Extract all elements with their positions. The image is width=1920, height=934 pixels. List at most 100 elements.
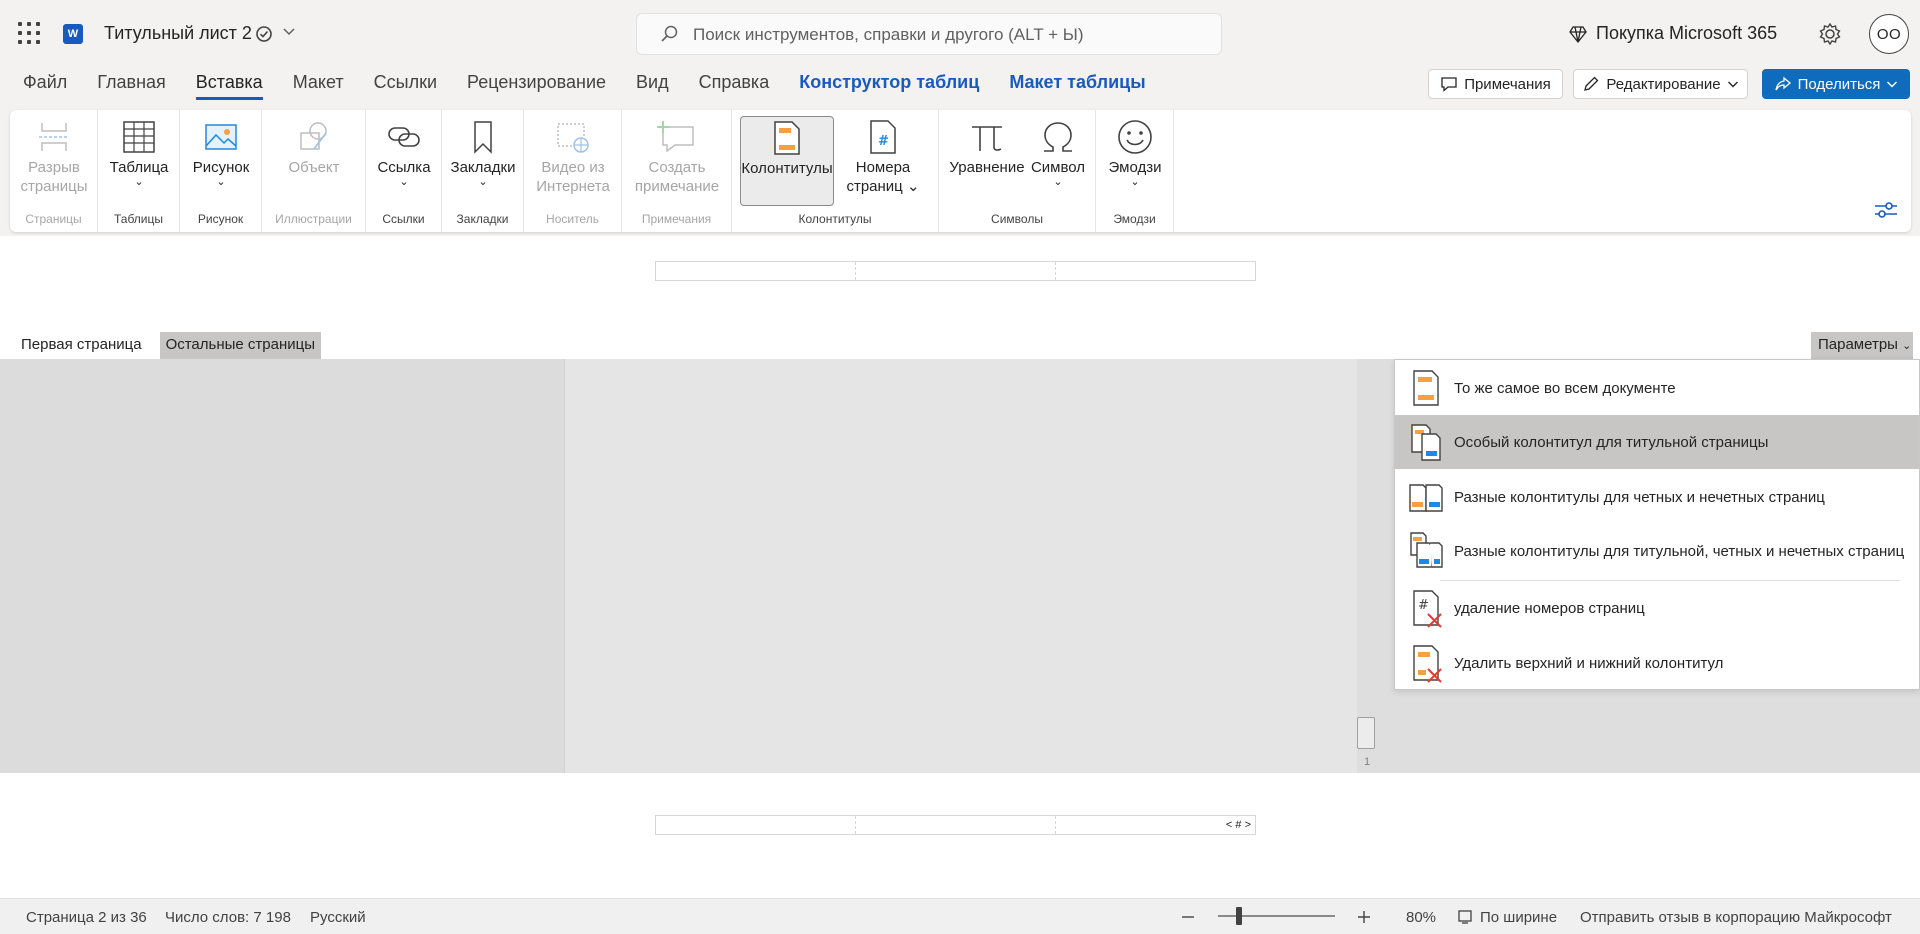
group-tables: Таблица ⌄ Таблицы — [98, 110, 180, 232]
emoji-button[interactable]: Эмодзи ⌄ — [1100, 116, 1170, 202]
first-page-tab[interactable]: Первая страница — [15, 332, 148, 359]
footer-table[interactable]: < # > — [655, 815, 1256, 835]
group-links: Ссылка ⌄ Ссылки — [366, 110, 442, 232]
share-icon — [1774, 76, 1791, 91]
svg-text:#: # — [878, 134, 889, 149]
footer-cell-page-number[interactable]: < # > — [1056, 816, 1255, 834]
tab-insert[interactable]: Вставка — [195, 72, 263, 100]
search-icon — [661, 25, 678, 42]
send-feedback-link[interactable]: Отправить отзыв в корпорацию Майкрософт — [1580, 909, 1892, 926]
page-numbers-button[interactable]: # Номера страниц ⌄ — [838, 116, 928, 202]
menu-item-title-odd-even[interactable]: Разные колонтитулы для титульной, четных… — [1395, 524, 1919, 578]
tab-references[interactable]: Ссылки — [374, 72, 437, 97]
table-icon — [123, 121, 155, 153]
ribbon-display-options-icon[interactable] — [1873, 199, 1899, 221]
tab-table-layout[interactable]: Макет таблицы — [1009, 72, 1145, 97]
editing-mode-button[interactable]: Редактирование — [1573, 69, 1748, 99]
footer-cell[interactable] — [856, 816, 1056, 834]
new-comment-line1: Создать — [648, 159, 706, 176]
menu-item-same-all[interactable]: То же самое во всем документе — [1395, 361, 1919, 415]
zoom-in-icon[interactable] — [1357, 910, 1371, 924]
online-video-button[interactable]: Видео из Интернета — [530, 116, 616, 202]
header-table[interactable] — [655, 261, 1256, 281]
header-options-button[interactable]: Параметры ⌄ — [1811, 332, 1913, 359]
share-label: Поделиться — [1797, 75, 1881, 93]
table-button[interactable]: Таблица ⌄ — [102, 116, 176, 202]
page-break-icon — [39, 123, 69, 151]
tab-table-design[interactable]: Конструктор таблиц — [799, 72, 979, 97]
picture-label: Рисунок — [192, 159, 250, 176]
link-button[interactable]: Ссылка ⌄ — [370, 116, 438, 202]
tab-review[interactable]: Рецензирование — [467, 72, 606, 97]
symbol-button[interactable]: Символ ⌄ — [1027, 116, 1089, 202]
other-pages-tab[interactable]: Остальные страницы — [159, 332, 322, 359]
menu-item-label: Разные колонтитулы для четных и нечетных… — [1454, 488, 1825, 506]
tab-view[interactable]: Вид — [636, 72, 669, 97]
group-label-illustrations: Иллюстрации — [275, 212, 352, 226]
zoom-slider-thumb[interactable] — [1236, 907, 1242, 925]
group-illustrations: Объект Иллюстрации — [262, 110, 366, 232]
saved-status-icon[interactable] — [255, 25, 273, 43]
premium-label: Покупка Microsoft 365 — [1596, 23, 1778, 43]
header-options-menu: То же самое во всем документе Особый кол… — [1394, 359, 1920, 690]
avatar[interactable]: OO — [1869, 14, 1909, 54]
gear-icon[interactable] — [1817, 21, 1843, 47]
page-break-button[interactable]: Разрыв страницы — [16, 116, 92, 202]
menu-item-remove-header-footer[interactable]: Удалить верхний и нижний колонтитул — [1395, 636, 1919, 690]
menu-item-label: Удалить верхний и нижний колонтитул — [1454, 654, 1724, 672]
buy-microsoft-365-link[interactable]: Покупка Microsoft 365 — [1568, 23, 1777, 44]
page-thumbnail[interactable] — [1357, 717, 1375, 749]
header-cell[interactable] — [856, 262, 1056, 280]
group-bookmarks: Закладки ⌄ Закладки — [442, 110, 524, 232]
equation-button[interactable]: Уравнение — [947, 116, 1027, 202]
zoom-level[interactable]: 80% — [1406, 909, 1436, 926]
chevron-down-icon: ⌄ — [478, 176, 488, 188]
search-placeholder: Поиск инструментов, справки и другого (A… — [693, 25, 1084, 44]
group-picture: Рисунок ⌄ Рисунок — [180, 110, 262, 232]
app-launcher-icon[interactable] — [18, 22, 40, 44]
ribbon: Разрыв страницы Страницы Таблица ⌄ Табли… — [10, 110, 1911, 232]
tab-home[interactable]: Главная — [97, 72, 166, 97]
picture-button[interactable]: Рисунок ⌄ — [184, 116, 258, 202]
tab-help[interactable]: Справка — [699, 72, 770, 97]
comments-button[interactable]: Примечания — [1428, 69, 1563, 99]
headers-footers-button[interactable]: Колонтитулы — [740, 116, 834, 206]
link-icon — [388, 127, 420, 147]
page-thumbnail-number: 1 — [1364, 756, 1371, 768]
chevron-down-icon: ⌄ — [216, 176, 226, 188]
chevron-down-icon — [1727, 81, 1738, 88]
menu-item-title-page[interactable]: Особый колонтитул для титульной страницы — [1395, 415, 1919, 469]
chevron-down-icon[interactable] — [282, 24, 296, 38]
document-title[interactable]: Титульный лист 2 — [104, 23, 252, 44]
page-numbers-line1: Номера — [855, 159, 911, 176]
footer-cell[interactable] — [656, 816, 856, 834]
word-count[interactable]: Число слов: 7 198 — [165, 909, 291, 926]
bookmarks-button[interactable]: Закладки ⌄ — [446, 116, 520, 202]
group-label-emoji: Эмодзи — [1113, 212, 1156, 226]
new-comment-button[interactable]: Создать примечание — [628, 116, 726, 202]
fit-width-button[interactable]: По ширине — [1480, 909, 1557, 926]
header-cell[interactable] — [656, 262, 856, 280]
pencil-icon — [1584, 76, 1599, 91]
bookmarks-label: Закладки — [450, 159, 516, 176]
page-numbers-line2: страниц ⌄ — [846, 178, 920, 195]
tab-file[interactable]: Файл — [23, 72, 67, 97]
title-odd-even-header-icon — [1410, 532, 1443, 568]
tab-layout[interactable]: Макет — [293, 72, 344, 97]
zoom-out-icon[interactable] — [1181, 910, 1195, 924]
group-label-comments: Примечания — [641, 212, 712, 226]
page-count[interactable]: Страница 2 из 36 — [26, 909, 147, 926]
header-cell[interactable] — [1056, 262, 1255, 280]
menu-item-remove-page-numbers[interactable]: # удаление номеров страниц — [1395, 581, 1919, 635]
menu-tabs: Файл Главная Вставка Макет Ссылки Реценз… — [0, 72, 1176, 102]
chevron-down-icon: ⌄ — [1053, 176, 1063, 188]
search-input[interactable]: Поиск инструментов, справки и другого (A… — [636, 13, 1222, 55]
menu-item-odd-even[interactable]: Разные колонтитулы для четных и нечетных… — [1395, 470, 1919, 524]
emoji-icon — [1118, 120, 1152, 154]
emoji-label: Эмодзи — [1108, 159, 1162, 176]
odd-even-header-icon — [1409, 484, 1443, 512]
symbol-label: Символ — [1030, 159, 1086, 176]
object-button[interactable]: Объект — [276, 116, 352, 202]
language[interactable]: Русский — [310, 909, 366, 926]
share-button[interactable]: Поделиться — [1762, 69, 1910, 99]
